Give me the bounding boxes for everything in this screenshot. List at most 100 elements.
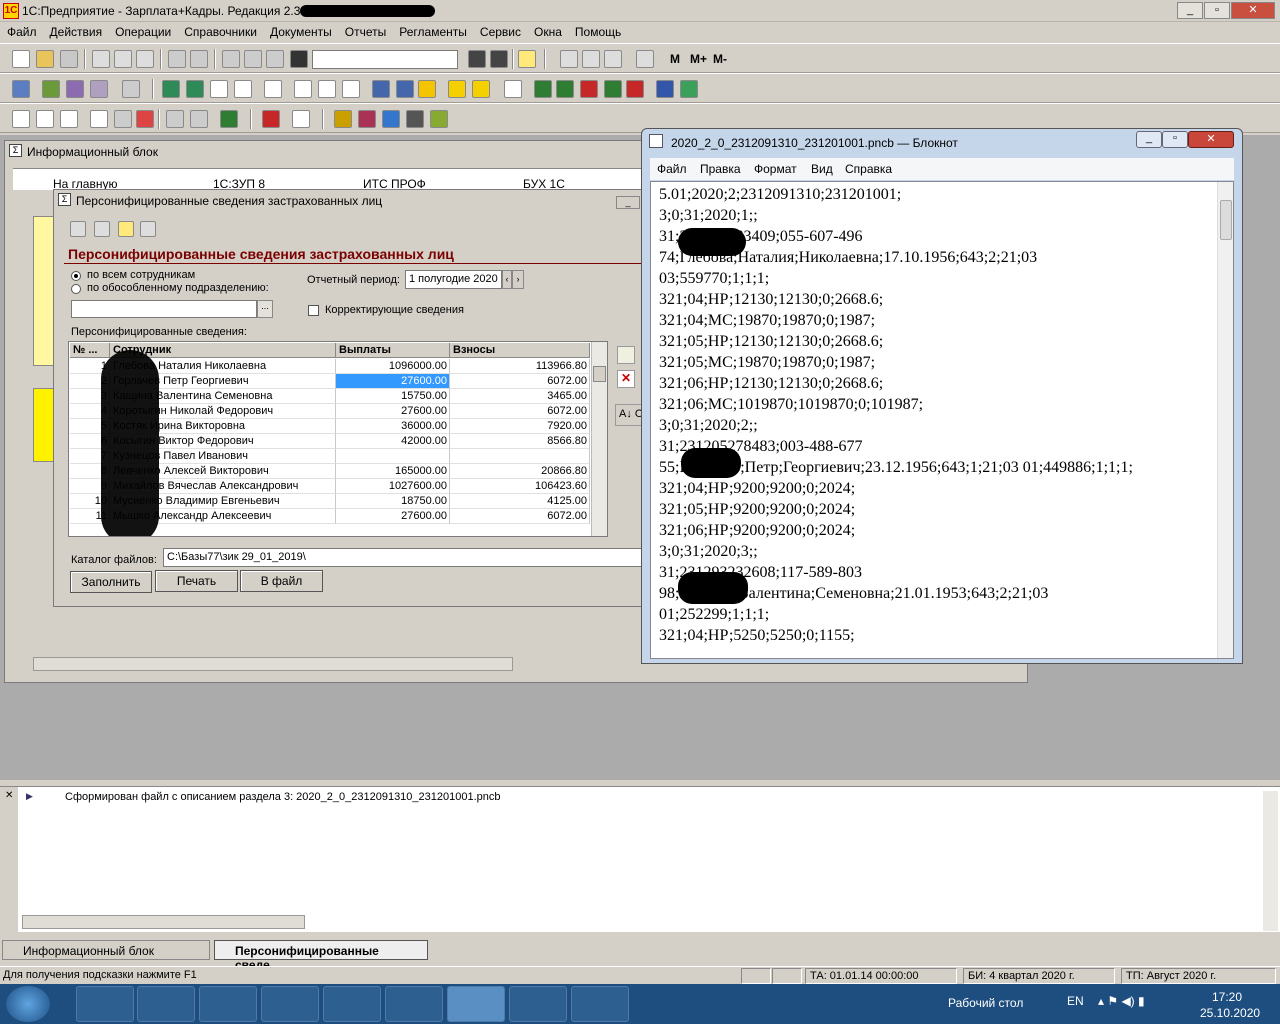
list2-icon[interactable]: [342, 80, 360, 98]
open-folder-icon[interactable]: [36, 50, 54, 68]
people-icon[interactable]: [12, 80, 30, 98]
row-payments[interactable]: 1027600.00: [336, 479, 450, 494]
row-payments[interactable]: 1096000.00: [336, 359, 450, 374]
web-icon[interactable]: [430, 110, 448, 128]
row-contributions[interactable]: 6072.00: [450, 374, 590, 389]
taskbar-1c[interactable]: [509, 986, 567, 1022]
add-row-icon[interactable]: [617, 346, 635, 364]
catalog-field[interactable]: C:\Базы77\зик 29_01_2019\: [163, 548, 643, 567]
book-icon[interactable]: [636, 50, 654, 68]
row-payments[interactable]: 27600.00: [336, 509, 450, 524]
red-x-icon[interactable]: [626, 80, 644, 98]
transfer-icon[interactable]: [186, 80, 204, 98]
tools-icon[interactable]: [122, 80, 140, 98]
notepad-textarea[interactable]: 5.01;2020;2;2312091310;231201001; 3;0;31;…: [650, 181, 1234, 659]
menu-directories[interactable]: Справочники: [177, 22, 263, 39]
form-tool1-icon[interactable]: [70, 221, 86, 237]
binder-icon[interactable]: [220, 110, 238, 128]
cut-icon[interactable]: [92, 50, 110, 68]
tray-icons[interactable]: ▴ ⚑ ◀) ▮: [1098, 994, 1145, 1008]
fill-button[interactable]: Заполнить: [70, 571, 152, 593]
calculator-icon[interactable]: [560, 50, 578, 68]
sch-icon[interactable]: [190, 110, 208, 128]
row-contributions[interactable]: 106423.60: [450, 479, 590, 494]
row-contributions[interactable]: 8566.80: [450, 434, 590, 449]
help-icon[interactable]: [518, 50, 536, 68]
period-field[interactable]: 1 полугодие 2020: [405, 270, 502, 289]
windowbar-tab-personified[interactable]: Персонифицированные сведе...: [214, 940, 428, 972]
print2-icon[interactable]: [114, 110, 132, 128]
red-book-icon[interactable]: [580, 80, 598, 98]
maximize-button[interactable]: ▫: [1204, 2, 1230, 19]
percent-icon[interactable]: [264, 80, 282, 98]
taskbar-media-player[interactable]: [76, 986, 134, 1022]
row-contributions[interactable]: 113966.80: [450, 359, 590, 374]
np-menu-edit[interactable]: Правка: [700, 162, 741, 176]
list-icon[interactable]: [318, 80, 336, 98]
copy-icon[interactable]: [114, 50, 132, 68]
notepad-close-button[interactable]: ✕: [1188, 131, 1234, 148]
print-red-icon[interactable]: [136, 110, 154, 128]
np-menu-help[interactable]: Справка: [845, 162, 892, 176]
find-next-icon[interactable]: [468, 50, 486, 68]
blue-doc-icon[interactable]: [656, 80, 674, 98]
close-button[interactable]: ✕: [1231, 2, 1275, 19]
calendar7-icon[interactable]: [292, 110, 310, 128]
form-minimize-button[interactable]: _: [616, 196, 640, 209]
print-icon[interactable]: [168, 50, 186, 68]
windowbar-tab-infoblock[interactable]: Информационный блок: [2, 940, 210, 960]
row-payments[interactable]: 36000.00: [336, 419, 450, 434]
start-button[interactable]: [6, 986, 50, 1022]
memory-mminus-button[interactable]: М-: [713, 52, 727, 66]
green-book2-icon[interactable]: [556, 80, 574, 98]
print-preview-icon[interactable]: [190, 50, 208, 68]
minimize-button[interactable]: _: [1177, 2, 1203, 19]
envelope-icon[interactable]: [166, 110, 184, 128]
subdivision-field[interactable]: [71, 300, 257, 318]
radio-sub[interactable]: [71, 284, 81, 294]
menu-actions[interactable]: Действия: [43, 22, 109, 39]
row-payments[interactable]: 27600.00: [336, 404, 450, 419]
language-indicator[interactable]: EN: [1067, 994, 1084, 1008]
find-prev-icon[interactable]: [490, 50, 508, 68]
row-payments[interactable]: [336, 449, 450, 464]
memory-m-button[interactable]: М: [670, 52, 680, 66]
properties-icon[interactable]: [222, 50, 240, 68]
row-payments[interactable]: 165000.00: [336, 464, 450, 479]
taskbar-7zip[interactable]: [385, 986, 443, 1022]
book-green-icon[interactable]: [42, 80, 60, 98]
col-header-num[interactable]: № ...: [70, 343, 110, 358]
gear-icon[interactable]: [406, 110, 424, 128]
np-menu-file[interactable]: Файл: [657, 162, 687, 176]
menu-file[interactable]: Файл: [0, 22, 43, 39]
period-next-button[interactable]: ›: [512, 270, 524, 289]
row-payments[interactable]: 18750.00: [336, 494, 450, 509]
bar-chart-icon[interactable]: [90, 110, 108, 128]
notepad-vscroll[interactable]: [1217, 182, 1233, 658]
row-payments[interactable]: 27600.00: [336, 374, 450, 389]
taskbar-chrome[interactable]: [137, 986, 195, 1022]
row-contributions[interactable]: 4125.00: [450, 494, 590, 509]
folder-yellow-icon[interactable]: [448, 80, 466, 98]
staff-icon[interactable]: [66, 80, 84, 98]
redo-icon[interactable]: [266, 50, 284, 68]
form-tool2-icon[interactable]: [94, 221, 110, 237]
table2-icon[interactable]: [36, 110, 54, 128]
notepad-minimize-button[interactable]: _: [1136, 131, 1162, 148]
menu-service[interactable]: Сервис: [473, 22, 527, 39]
memory-mplus-button[interactable]: М+: [690, 52, 707, 66]
menu-operations[interactable]: Операции: [108, 22, 177, 39]
radio-all[interactable]: [71, 271, 81, 281]
menu-documents[interactable]: Документы: [263, 22, 338, 39]
period-prev-button[interactable]: ‹: [502, 270, 512, 289]
messages-vscroll[interactable]: [1263, 791, 1278, 931]
pen-icon[interactable]: [294, 80, 312, 98]
row-contributions[interactable]: 3465.00: [450, 389, 590, 404]
edit-icon[interactable]: [604, 50, 622, 68]
search-combo[interactable]: [312, 50, 458, 69]
doc-icon[interactable]: [210, 80, 228, 98]
row-contributions[interactable]: 7920.00: [450, 419, 590, 434]
globe-icon[interactable]: [382, 110, 400, 128]
print-button[interactable]: Печать: [155, 570, 238, 592]
messages-panel-handle[interactable]: ✕: [0, 787, 18, 933]
